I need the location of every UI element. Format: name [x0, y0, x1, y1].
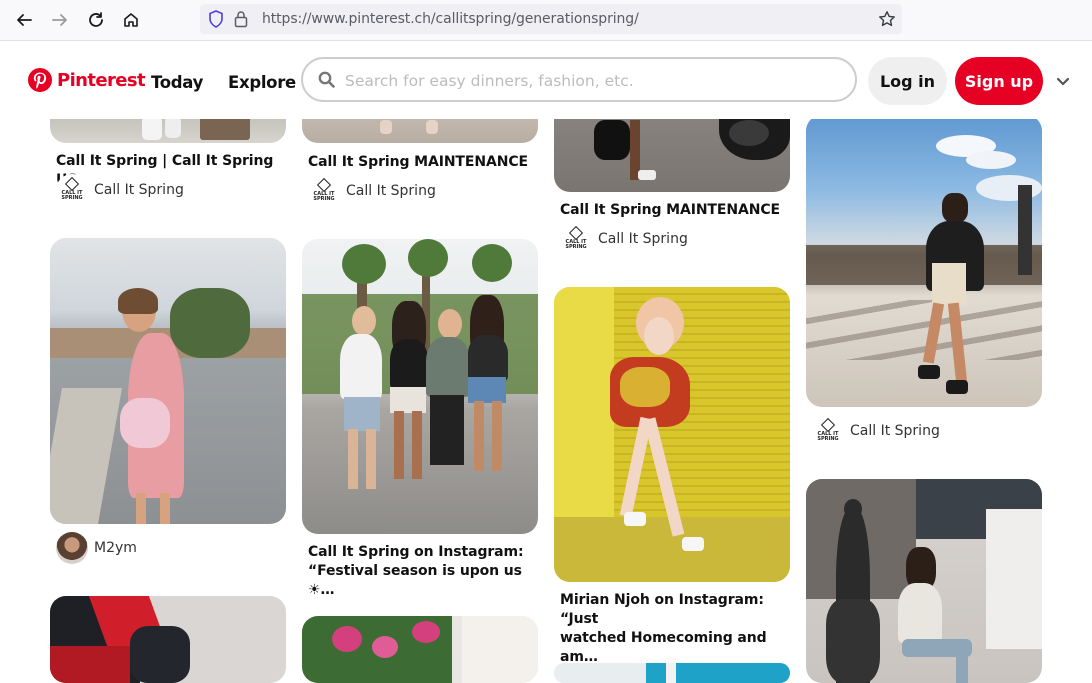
- pin-title-line: “Festival season is upon us ☀…: [308, 563, 522, 598]
- avatar: CALL IT SPRING: [560, 223, 592, 255]
- site-header: Pinterest Today Explore Log in Sign up: [0, 41, 1092, 119]
- pin-title[interactable]: Mirian Njoh on Instagram: “Just watched …: [560, 591, 790, 667]
- pin-title[interactable]: Call It Spring on Instagram: “Festival s…: [308, 543, 538, 600]
- pin-image[interactable]: [806, 479, 1042, 683]
- home-icon[interactable]: [119, 8, 143, 32]
- pin-title-line: Mirian Njoh on Instagram: “Just: [560, 592, 764, 627]
- search-icon: [318, 71, 335, 88]
- pin-image[interactable]: [50, 596, 286, 683]
- search-input[interactable]: [343, 67, 827, 95]
- search-bar[interactable]: [301, 57, 857, 102]
- pin-image[interactable]: [806, 115, 1042, 407]
- pin-title-line: watched Homecoming and am…: [560, 630, 767, 665]
- avatar: CALL IT SPRING: [56, 174, 88, 206]
- pin-author[interactable]: CALL IT SPRING Call It Spring: [560, 223, 688, 255]
- nav-today[interactable]: Today: [151, 73, 203, 92]
- pin-author[interactable]: M2ym: [56, 532, 137, 564]
- pin-image[interactable]: [302, 616, 538, 683]
- lock-icon[interactable]: [234, 10, 248, 33]
- pin-author[interactable]: CALL IT SPRING Call It Spring: [308, 175, 436, 207]
- author-name: Call It Spring: [850, 423, 940, 439]
- pinterest-logo[interactable]: Pinterest: [28, 68, 146, 92]
- forward-arrow-icon[interactable]: [48, 8, 72, 32]
- logo-text: Pinterest: [57, 69, 146, 91]
- address-bar[interactable]: https://www.pinterest.ch/callitspring/ge…: [200, 4, 902, 34]
- pin-image[interactable]: [302, 239, 538, 534]
- pin-title-line: Call It Spring on Instagram:: [308, 544, 524, 560]
- avatar: CALL IT SPRING: [308, 175, 340, 207]
- pinterest-logo-icon: [28, 68, 52, 92]
- avatar: CALL IT SPRING: [812, 415, 844, 447]
- signup-button[interactable]: Sign up: [955, 57, 1043, 105]
- pin-title[interactable]: Call It Spring MAINTENANCE: [560, 201, 790, 220]
- url-text: https://www.pinterest.ch/callitspring/ge…: [262, 11, 639, 27]
- avatar: [56, 532, 88, 564]
- nav-explore[interactable]: Explore: [228, 73, 296, 92]
- pin-image[interactable]: [554, 663, 790, 683]
- pin-author[interactable]: CALL IT SPRING Call It Spring: [56, 174, 184, 206]
- author-name: Call It Spring: [598, 231, 688, 247]
- chevron-down-icon[interactable]: [1056, 74, 1070, 92]
- pin-title[interactable]: Call It Spring MAINTENANCE: [308, 153, 538, 172]
- pin-author[interactable]: CALL IT SPRING Call It Spring: [812, 415, 940, 447]
- login-button[interactable]: Log in: [868, 57, 947, 105]
- pin-image[interactable]: [554, 287, 790, 582]
- tracking-shield-icon[interactable]: [208, 10, 224, 33]
- author-name: Call It Spring: [94, 182, 184, 198]
- author-name: Call It Spring: [346, 183, 436, 199]
- bookmark-star-icon[interactable]: [878, 10, 896, 33]
- pin-image[interactable]: [50, 238, 286, 524]
- reload-icon[interactable]: [84, 8, 108, 32]
- author-name: M2ym: [94, 540, 137, 556]
- back-arrow-icon[interactable]: [12, 8, 36, 32]
- browser-toolbar: https://www.pinterest.ch/callitspring/ge…: [0, 0, 1092, 41]
